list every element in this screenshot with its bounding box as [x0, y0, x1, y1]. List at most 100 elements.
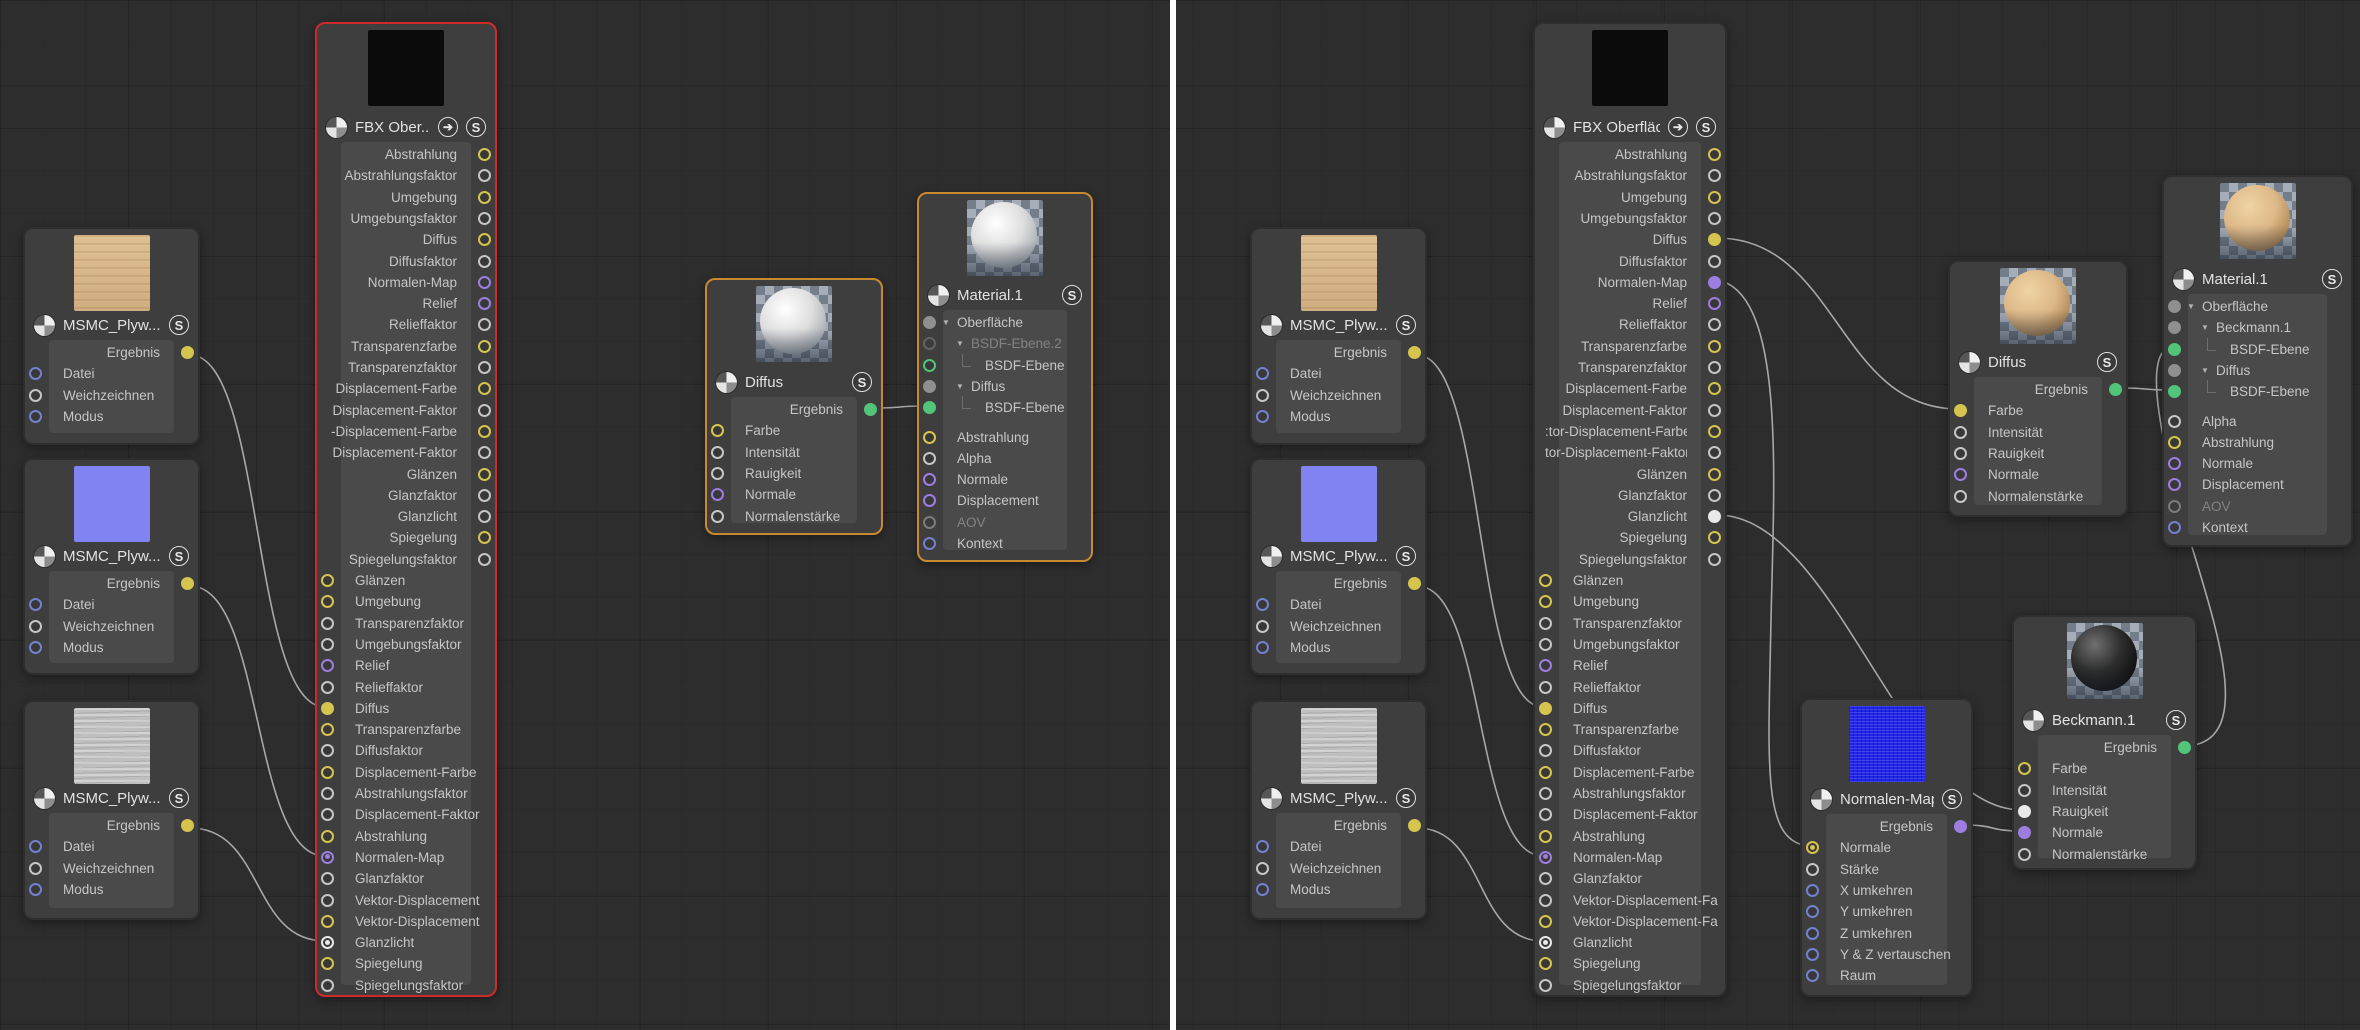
port-in-weichzeichnen[interactable] — [1256, 389, 1269, 402]
port-in-rauigkeit[interactable] — [1954, 447, 1967, 460]
port-in-bsdf-ebene[interactable] — [2168, 385, 2181, 398]
port-in-diffus[interactable] — [321, 702, 334, 715]
port-in-weichzeichnen[interactable] — [1256, 862, 1269, 875]
collapse-twisty-icon[interactable]: ▼ — [2201, 360, 2209, 382]
solo-badge[interactable]: S — [1396, 788, 1416, 808]
node-titlebar[interactable]: MSMC_Plyw...ormal.jpgS — [25, 541, 198, 571]
port-in-vektor-displacement-fa[interactable] — [1539, 915, 1552, 928]
port-in-bsdf-ebene[interactable] — [923, 401, 936, 414]
node-tex-color-right[interactable]: MSMC_Plyw...color.jpgSErgebnisDateiWeich… — [1250, 227, 1427, 445]
node-titlebar[interactable]: MSMC_Plyw...color.jpgS — [25, 310, 198, 340]
port-in-displacement-faktor[interactable] — [321, 808, 334, 821]
collapse-twisty-icon[interactable]: ▼ — [956, 333, 964, 355]
port-in-umgebungsfaktor[interactable] — [321, 638, 334, 651]
port-in-oberfl-che[interactable] — [923, 316, 936, 329]
port-out-gl-nzen[interactable] — [478, 468, 491, 481]
port-in-beckmann-1[interactable] — [2168, 321, 2181, 334]
port-in-weichzeichnen[interactable] — [29, 620, 42, 633]
port-in-bsdf-ebene-2[interactable] — [923, 337, 936, 350]
port-out-tor-displacement-farbe[interactable] — [1708, 425, 1721, 438]
node-titlebar[interactable]: MSMC_Plyw...hness.jpgS — [25, 783, 198, 813]
wire-4[interactable] — [1417, 355, 1543, 707]
node-material-right[interactable]: Material.1SOberfläche▼Beckmann.1▼BSDF-Eb… — [2162, 175, 2353, 547]
port-in-spiegelung[interactable] — [321, 957, 334, 970]
port-in-displacement-farbe[interactable] — [321, 766, 334, 779]
port-in-datei[interactable] — [29, 367, 42, 380]
port-in-normalen-map[interactable] — [321, 851, 334, 864]
port-in-displacement-faktor[interactable] — [1539, 808, 1552, 821]
port-in-vektor-displacement[interactable] — [321, 915, 334, 928]
node-titlebar[interactable]: MSMC_Plyw...ormal.jpgS — [1252, 541, 1425, 571]
solo-badge[interactable]: S — [169, 546, 189, 566]
port-out-transparenzfarbe[interactable] — [1708, 340, 1721, 353]
port-in-spiegelungsfaktor[interactable] — [1539, 979, 1552, 992]
port-out-ergebnis[interactable] — [1408, 819, 1421, 832]
solo-badge[interactable]: S — [2322, 269, 2342, 289]
port-in-datei[interactable] — [29, 840, 42, 853]
node-normal-map-right[interactable]: Normalen-Map.1SErgebnisNormaleStärkeX um… — [1800, 698, 1973, 997]
port-in-gl-nzen[interactable] — [1539, 574, 1552, 587]
port-out-transparenzfaktor[interactable] — [1708, 361, 1721, 374]
node-tex-normal-right[interactable]: MSMC_Plyw...ormal.jpgSErgebnisDateiWeich… — [1250, 458, 1427, 675]
port-in-glanzlicht[interactable] — [321, 936, 334, 949]
port-out-displacement-faktor[interactable] — [1708, 404, 1721, 417]
port-out-glanzlicht[interactable] — [478, 510, 491, 523]
port-out-tor-displacement-faktor[interactable] — [1708, 446, 1721, 459]
port-out-abstrahlung[interactable] — [478, 148, 491, 161]
solo-badge[interactable]: S — [1062, 285, 1082, 305]
port-in-datei[interactable] — [1256, 367, 1269, 380]
port-in-normale[interactable] — [2018, 826, 2031, 839]
port-out-ergebnis[interactable] — [1408, 577, 1421, 590]
solo-badge[interactable]: S — [852, 372, 872, 392]
collapse-twisty-icon[interactable]: ▼ — [2201, 317, 2209, 339]
port-in-y-z-vertauschen[interactable] — [1806, 948, 1819, 961]
port-in-displacement[interactable] — [923, 494, 936, 507]
port-out-ergebnis[interactable] — [2178, 741, 2191, 754]
port-out-ergebnis[interactable] — [1408, 346, 1421, 359]
port-in-abstrahlung[interactable] — [1539, 830, 1552, 843]
port-in-kontext[interactable] — [2168, 521, 2181, 534]
port-in-normalen-map[interactable] — [1539, 851, 1552, 864]
node-diffus-center[interactable]: DiffusSErgebnisFarbeIntensitätRauigkeitN… — [705, 278, 883, 535]
port-in-weichzeichnen[interactable] — [1256, 620, 1269, 633]
node-titlebar[interactable]: FBX Ober...e Phong➔S — [317, 112, 495, 142]
asset-arrow-badge[interactable]: ➔ — [1668, 117, 1688, 137]
port-in-intensit-t[interactable] — [711, 446, 724, 459]
port-in-oberfl-che[interactable] — [2168, 300, 2181, 313]
wire-8[interactable] — [1717, 280, 1810, 846]
port-in-glanzlicht[interactable] — [1539, 936, 1552, 949]
port-in-st-rke[interactable] — [1806, 863, 1819, 876]
port-in-relief[interactable] — [1539, 659, 1552, 672]
port-in-normale[interactable] — [1954, 468, 1967, 481]
port-in-displacement[interactable] — [2168, 478, 2181, 491]
port-in-glanzfaktor[interactable] — [1539, 872, 1552, 885]
port-out-displacement-farbe[interactable] — [478, 382, 491, 395]
wire-6[interactable] — [1417, 828, 1543, 941]
port-in-diffus[interactable] — [1539, 702, 1552, 715]
port-out-diffus[interactable] — [478, 233, 491, 246]
port-in-normale[interactable] — [1806, 841, 1819, 854]
node-titlebar[interactable]: MSMC_Plyw...hness.jpgS — [1252, 783, 1425, 813]
port-in-datei[interactable] — [1256, 598, 1269, 611]
port-in-normalenst-rke[interactable] — [2018, 848, 2031, 861]
port-out-glanzlicht[interactable] — [1708, 510, 1721, 523]
port-in-datei[interactable] — [29, 598, 42, 611]
wire-5[interactable] — [1417, 586, 1543, 856]
collapse-twisty-icon[interactable]: ▼ — [2187, 296, 2195, 318]
solo-badge[interactable]: S — [1396, 315, 1416, 335]
port-in-x-umkehren[interactable] — [1806, 884, 1819, 897]
port-out-ergebnis[interactable] — [2109, 383, 2122, 396]
port-in-kontext[interactable] — [923, 537, 936, 550]
port-in-spiegelung[interactable] — [1539, 957, 1552, 970]
node-fbx-phong-right[interactable]: FBX Oberfläche Phong➔SAbstrahlungAbstrah… — [1533, 22, 1727, 997]
node-titlebar[interactable]: Normalen-Map.1S — [1802, 784, 1971, 814]
port-in-alpha[interactable] — [923, 452, 936, 465]
port-in-bsdf-ebene[interactable] — [923, 359, 936, 372]
port-in-vektor-displacement[interactable] — [321, 894, 334, 907]
port-in-diffus[interactable] — [923, 380, 936, 393]
port-in-relieffaktor[interactable] — [1539, 681, 1552, 694]
port-in-alpha[interactable] — [2168, 415, 2181, 428]
port-in-umgebung[interactable] — [321, 595, 334, 608]
solo-badge[interactable]: S — [1942, 789, 1962, 809]
port-in-abstrahlung[interactable] — [321, 830, 334, 843]
